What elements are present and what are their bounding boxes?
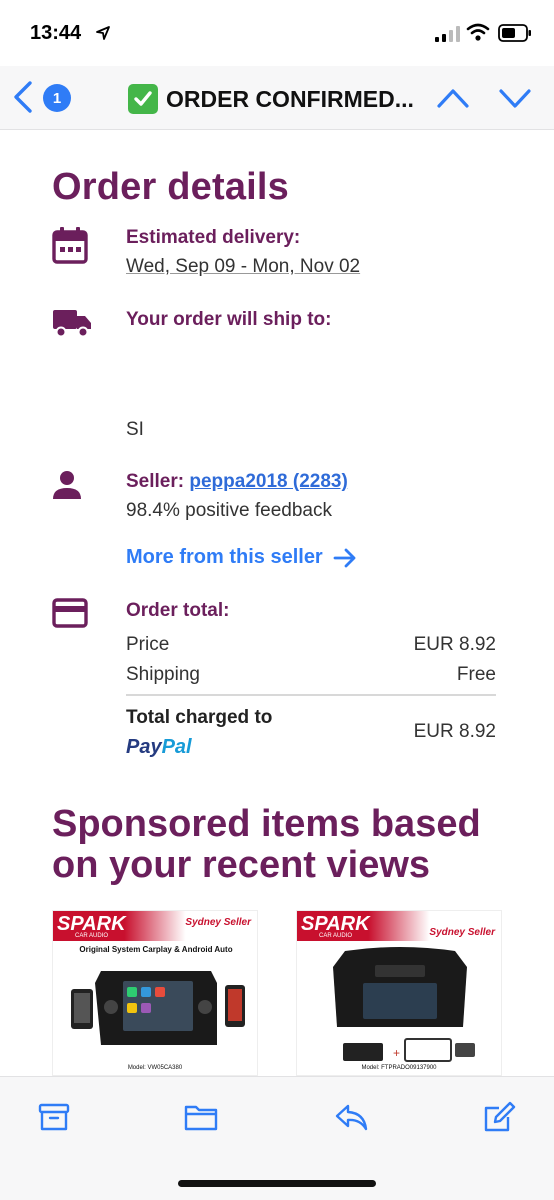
seller-row: Seller: peppa2018 (2283) xyxy=(126,471,348,493)
product-seller-tag: Sydney Seller xyxy=(429,927,495,938)
sponsored-item-card[interactable]: SPARK CAR AUDIO Sydney Seller + Model: F… xyxy=(296,910,502,1076)
delivery-truck-icon xyxy=(53,310,91,338)
total-charged-value: EUR 8.92 xyxy=(413,721,496,742)
battery-icon xyxy=(498,24,531,42)
status-bar: 13:44 xyxy=(0,0,554,66)
sponsored-item-card[interactable]: SPARK CAR AUDIO Sydney Seller Original S… xyxy=(52,910,258,1076)
home-indicator[interactable] xyxy=(178,1180,376,1187)
car-stereo-image xyxy=(71,971,245,1045)
calendar-icon xyxy=(52,227,88,264)
wifi-icon xyxy=(466,23,490,41)
estimated-delivery-value: Wed, Sep 09 - Mon, Nov 02 xyxy=(126,256,361,277)
order-details-heading: Order details xyxy=(52,166,290,208)
status-time: 13:44 xyxy=(30,22,82,44)
seller-feedback: 98.4% positive feedback xyxy=(126,500,332,521)
check-mark-icon xyxy=(128,84,158,114)
product-brand-sub: CAR AUDIO xyxy=(75,933,109,939)
seller-name-link[interactable]: peppa2018 (2283) xyxy=(189,471,347,492)
product-brand-sub: CAR AUDIO xyxy=(319,933,353,939)
product-model: Model: VW05CA380 xyxy=(127,1065,183,1071)
folder-icon[interactable] xyxy=(184,1100,218,1134)
archive-icon[interactable] xyxy=(37,1100,71,1134)
compose-icon[interactable] xyxy=(482,1100,516,1134)
shipping-value: Free xyxy=(456,664,496,685)
product-seller-tag: Sydney Seller xyxy=(185,917,251,928)
paypal-logo: PayPal xyxy=(126,736,192,758)
car-stereo-image: + xyxy=(333,947,475,1062)
price-value: EUR 8.92 xyxy=(413,634,496,655)
price-row: Price EUR 8.92 xyxy=(126,634,496,656)
arrow-right-icon xyxy=(333,548,356,567)
svg-text:+: + xyxy=(393,1046,400,1060)
more-from-seller-label: More from this seller xyxy=(126,546,323,568)
product-model: Model: FTPRADO09137900 xyxy=(361,1065,437,1071)
estimated-delivery-label: Estimated delivery: xyxy=(126,227,301,248)
order-total-label: Order total: xyxy=(126,600,230,621)
price-label: Price xyxy=(126,634,170,655)
person-icon xyxy=(53,471,81,499)
previous-message-chevron-up-icon[interactable] xyxy=(436,86,470,110)
unread-count-badge[interactable]: 1 xyxy=(43,84,71,112)
shipping-label: Shipping xyxy=(126,664,200,685)
back-chevron-icon[interactable] xyxy=(10,80,36,114)
sponsored-heading: Sponsored items based on your recent vie… xyxy=(52,803,481,886)
more-from-seller-link[interactable]: More from this seller xyxy=(126,546,357,569)
location-arrow-icon xyxy=(96,26,110,40)
subject-text: ORDER CONFIRMED... xyxy=(166,85,414,112)
next-message-chevron-down-icon[interactable] xyxy=(498,86,532,110)
ship-to-value: SI xyxy=(126,419,144,440)
message-subject-title: ORDER CONFIRMED... xyxy=(128,84,428,114)
ship-to-label: Your order will ship to: xyxy=(126,309,332,330)
credit-card-icon xyxy=(52,598,88,628)
seller-label: Seller: xyxy=(126,471,185,492)
total-divider xyxy=(126,694,496,696)
reply-icon[interactable] xyxy=(334,1100,368,1134)
shipping-row: Shipping Free xyxy=(126,664,496,686)
product-caption: Original System Carplay & Android Auto xyxy=(79,945,233,954)
cellular-signal-icon xyxy=(435,26,460,42)
